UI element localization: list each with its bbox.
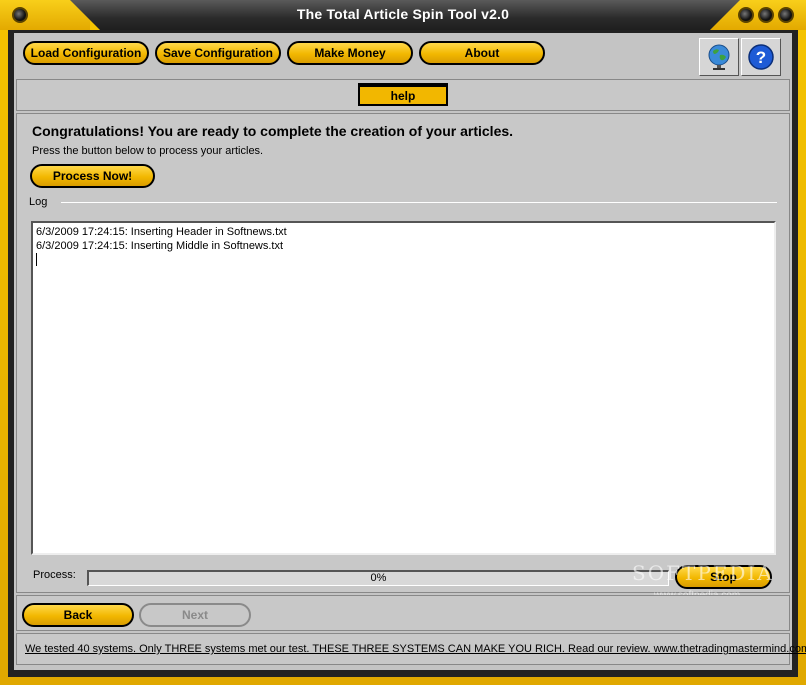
page-heading: Congratulations! You are ready to comple… [32, 123, 514, 139]
process-now-button[interactable]: Process Now! [30, 164, 155, 188]
help-button[interactable]: ? [741, 38, 781, 76]
about-button[interactable]: About [419, 41, 545, 65]
make-money-button[interactable]: Make Money [287, 41, 413, 65]
save-configuration-button[interactable]: Save Configuration [155, 41, 281, 65]
log-line: 6/3/2009 17:24:15: Inserting Header in S… [36, 226, 287, 238]
app-window: The Total Article Spin Tool v2.0 Load Co… [0, 0, 806, 685]
window-title: The Total Article Spin Tool v2.0 [296, 6, 510, 22]
process-label: Process: [33, 569, 76, 581]
next-button[interactable]: Next [139, 603, 251, 627]
maximize-icon[interactable] [758, 7, 774, 23]
svg-text:?: ? [756, 48, 766, 67]
progress-text: 0% [370, 572, 387, 584]
watermark-logo: SOFTPEDIA [632, 561, 774, 585]
log-label: Log [29, 196, 48, 208]
progress-bar: 0% [87, 570, 669, 586]
system-menu-icon[interactable] [12, 7, 28, 23]
title-bar[interactable]: The Total Article Spin Tool v2.0 [0, 0, 806, 30]
minimize-icon[interactable] [738, 7, 754, 23]
instruction-text: Press the button below to process your a… [32, 145, 264, 157]
load-configuration-button[interactable]: Load Configuration [23, 41, 149, 65]
globe-icon [708, 44, 730, 70]
client-area: Load Configuration Save Configuration Ma… [14, 33, 806, 670]
log-textarea[interactable]: 6/3/2009 17:24:15: Inserting Header in S… [31, 221, 776, 555]
tab-help[interactable]: help [358, 83, 448, 106]
main-panel: Congratulations! You are ready to comple… [16, 113, 790, 593]
log-line: 6/3/2009 17:24:15: Inserting Middle in S… [36, 240, 284, 252]
help-icon: ? [748, 44, 774, 70]
log-divider [61, 202, 777, 203]
website-button[interactable] [699, 38, 739, 76]
ad-link[interactable]: We tested 40 systems. Only THREE systems… [25, 643, 806, 655]
text-caret [36, 253, 37, 266]
close-icon[interactable] [778, 7, 794, 23]
back-button[interactable]: Back [22, 603, 134, 627]
